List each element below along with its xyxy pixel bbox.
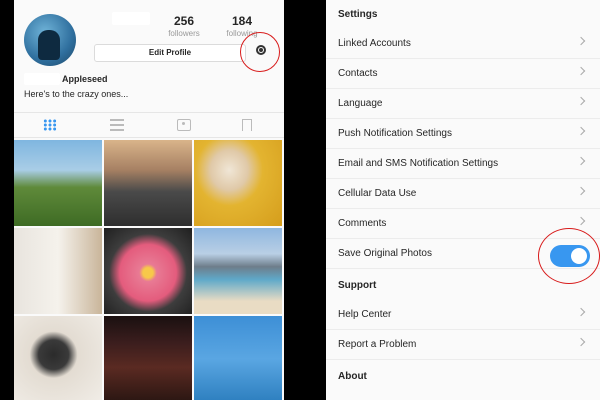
settings-item-label: Email and SMS Notification Settings bbox=[338, 158, 499, 169]
profile-screen: posts 256 followers 184 following Edit P… bbox=[14, 0, 284, 400]
chevron-right-icon bbox=[576, 186, 586, 196]
settings-item-label: Save Original Photos bbox=[338, 248, 432, 259]
chevron-right-icon bbox=[576, 96, 586, 106]
settings-item-label: Cellular Data Use bbox=[338, 188, 417, 199]
edit-profile-button[interactable]: Edit Profile bbox=[94, 44, 246, 62]
profile-tabs bbox=[14, 112, 284, 138]
avatar-figure bbox=[38, 30, 60, 60]
settings-item-language[interactable]: Language bbox=[326, 89, 600, 119]
chevron-right-icon bbox=[576, 156, 586, 166]
settings-item-help-center[interactable]: Help Center bbox=[326, 300, 600, 330]
avatar[interactable] bbox=[24, 14, 76, 66]
photo-cat[interactable] bbox=[194, 140, 282, 226]
settings-item-label: Help Center bbox=[338, 309, 392, 320]
settings-item-push-notifications[interactable]: Push Notification Settings bbox=[326, 119, 600, 149]
settings-screen: Settings Linked Accounts Contacts Langua… bbox=[326, 0, 600, 400]
settings-item-contacts[interactable]: Contacts bbox=[326, 59, 600, 89]
settings-header: Settings bbox=[338, 9, 378, 20]
settings-item-email-sms[interactable]: Email and SMS Notification Settings bbox=[326, 149, 600, 179]
photo-bridge[interactable] bbox=[104, 140, 192, 226]
settings-item-linked-accounts[interactable]: Linked Accounts bbox=[326, 29, 600, 59]
posts-count-redaction bbox=[112, 12, 150, 25]
photo-park[interactable] bbox=[14, 140, 102, 226]
chevron-right-icon bbox=[576, 36, 586, 46]
list-icon[interactable] bbox=[110, 119, 124, 131]
settings-item-label: Linked Accounts bbox=[338, 38, 411, 49]
settings-item-report-problem[interactable]: Report a Problem bbox=[326, 330, 600, 360]
followers-count: 256 bbox=[173, 14, 195, 28]
about-header[interactable]: About bbox=[338, 371, 367, 382]
name-redaction bbox=[24, 73, 60, 85]
settings-item-label: Contacts bbox=[338, 68, 378, 79]
saved-icon[interactable] bbox=[242, 119, 252, 131]
settings-item-label: Language bbox=[338, 98, 383, 109]
photo-grid bbox=[14, 140, 284, 400]
settings-item-label: Push Notification Settings bbox=[338, 128, 452, 139]
chevron-right-icon bbox=[576, 66, 586, 76]
tagged-icon[interactable] bbox=[177, 119, 191, 131]
chevron-right-icon bbox=[576, 307, 586, 317]
highlight-circle-settings bbox=[240, 32, 280, 72]
highlight-circle-toggle bbox=[538, 228, 600, 284]
settings-item-label: Report a Problem bbox=[338, 339, 417, 350]
photo-portrait[interactable] bbox=[14, 316, 102, 400]
settings-item-label: Comments bbox=[338, 218, 387, 229]
chevron-right-icon bbox=[576, 337, 586, 347]
chevron-right-icon bbox=[576, 126, 586, 136]
settings-item-cellular-data[interactable]: Cellular Data Use bbox=[326, 179, 600, 209]
support-header: Support bbox=[338, 280, 377, 291]
bio-text: Here's to the crazy ones... bbox=[24, 89, 129, 99]
chevron-right-icon bbox=[576, 216, 586, 226]
followers-stat[interactable]: 256 followers bbox=[154, 14, 214, 38]
photo-interior[interactable] bbox=[14, 228, 102, 314]
photo-flower[interactable] bbox=[104, 228, 192, 314]
photo-concert[interactable] bbox=[104, 316, 192, 400]
photo-beach[interactable] bbox=[194, 228, 282, 314]
screenshot-stage: posts 256 followers 184 following Edit P… bbox=[0, 0, 600, 400]
followers-label: followers bbox=[168, 29, 200, 38]
following-count: 184 bbox=[231, 14, 253, 28]
photo-carnival[interactable] bbox=[194, 316, 282, 400]
username: Appleseed bbox=[62, 74, 108, 84]
grid-icon[interactable] bbox=[43, 119, 57, 131]
